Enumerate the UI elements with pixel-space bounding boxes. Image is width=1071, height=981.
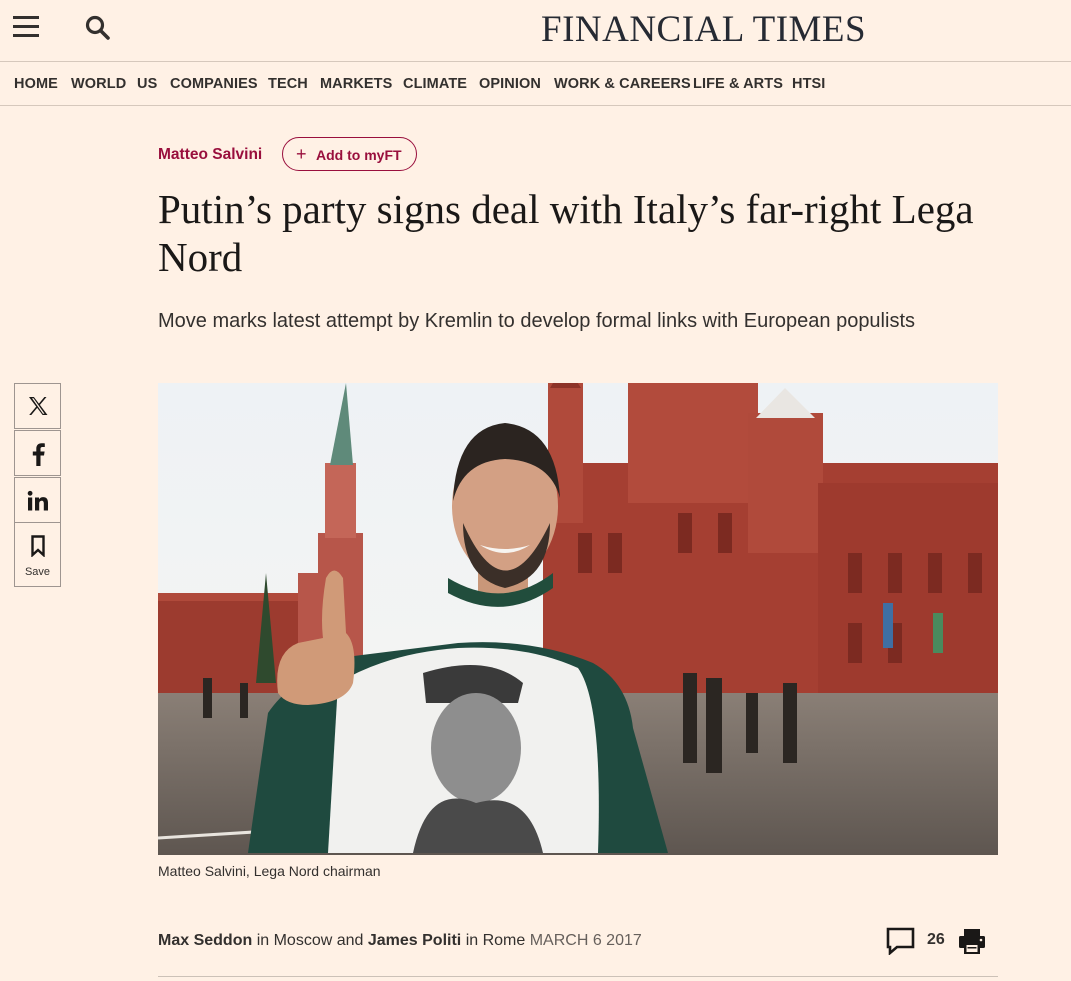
search-icon[interactable] <box>85 15 111 41</box>
share-x-button[interactable] <box>14 383 61 429</box>
nav-item-world[interactable]: WORLD <box>71 76 126 92</box>
author-link[interactable]: James Politi <box>368 932 461 949</box>
byline-divider <box>158 976 998 977</box>
byline-location: in Moscow and <box>256 932 364 949</box>
nav-item-markets[interactable]: MARKETS <box>320 76 392 92</box>
print-icon <box>959 929 985 954</box>
article-standfirst: Move marks latest attempt by Kremlin to … <box>158 310 916 332</box>
share-facebook-button[interactable] <box>14 430 61 476</box>
add-to-myft-button[interactable]: + Add to myFT <box>282 137 417 171</box>
nav-item-companies[interactable]: COMPANIES <box>170 76 258 92</box>
nav-item-climate[interactable]: CLIMATE <box>403 76 467 92</box>
article-byline: Max Seddon in Moscow and James Politi in… <box>158 932 642 950</box>
save-article-button[interactable]: Save <box>14 522 61 587</box>
bookmark-icon <box>31 535 45 557</box>
photo-caption: Matteo Salvini, Lega Nord chairman <box>158 863 381 879</box>
publish-date: MARCH 6 2017 <box>529 932 642 949</box>
nav-item-tech[interactable]: TECH <box>268 76 308 92</box>
masthead-logo[interactable]: FINANCIAL TIMES <box>541 8 866 51</box>
facebook-icon <box>32 443 45 466</box>
author-link[interactable]: Max Seddon <box>158 932 252 949</box>
x-icon <box>29 397 48 415</box>
share-linkedin-button[interactable] <box>14 477 61 523</box>
nav-item-htsi[interactable]: HTSI <box>792 76 825 92</box>
comments-button[interactable] <box>886 927 916 956</box>
save-label: Save <box>24 566 51 578</box>
nav-item-opinion[interactable]: OPINION <box>479 76 541 92</box>
nav-item-life-arts[interactable]: LIFE & ARTS <box>693 76 783 92</box>
byline-location: in Rome <box>465 932 526 949</box>
article-photo <box>158 383 998 855</box>
linkedin-icon <box>27 490 48 511</box>
add-to-myft-label: Add to myFT <box>316 147 402 163</box>
plus-icon: + <box>296 144 307 164</box>
topic-link[interactable]: Matteo Salvini <box>158 146 262 164</box>
nav-item-home[interactable]: HOME <box>14 76 58 92</box>
nav-item-us[interactable]: US <box>137 76 157 92</box>
comment-icon <box>886 927 915 956</box>
primary-nav: HOME WORLD US COMPANIES TECH MARKETS CLI… <box>0 62 1071 106</box>
hamburger-menu-icon[interactable] <box>13 16 39 38</box>
nav-item-work-careers[interactable]: WORK & CAREERS <box>554 76 691 92</box>
print-button[interactable] <box>957 926 987 956</box>
comment-count[interactable]: 26 <box>927 931 945 949</box>
article-headline: Putin’s party signs deal with Italy’s fa… <box>158 186 974 280</box>
top-bar: FINANCIAL TIMES <box>0 0 1071 62</box>
